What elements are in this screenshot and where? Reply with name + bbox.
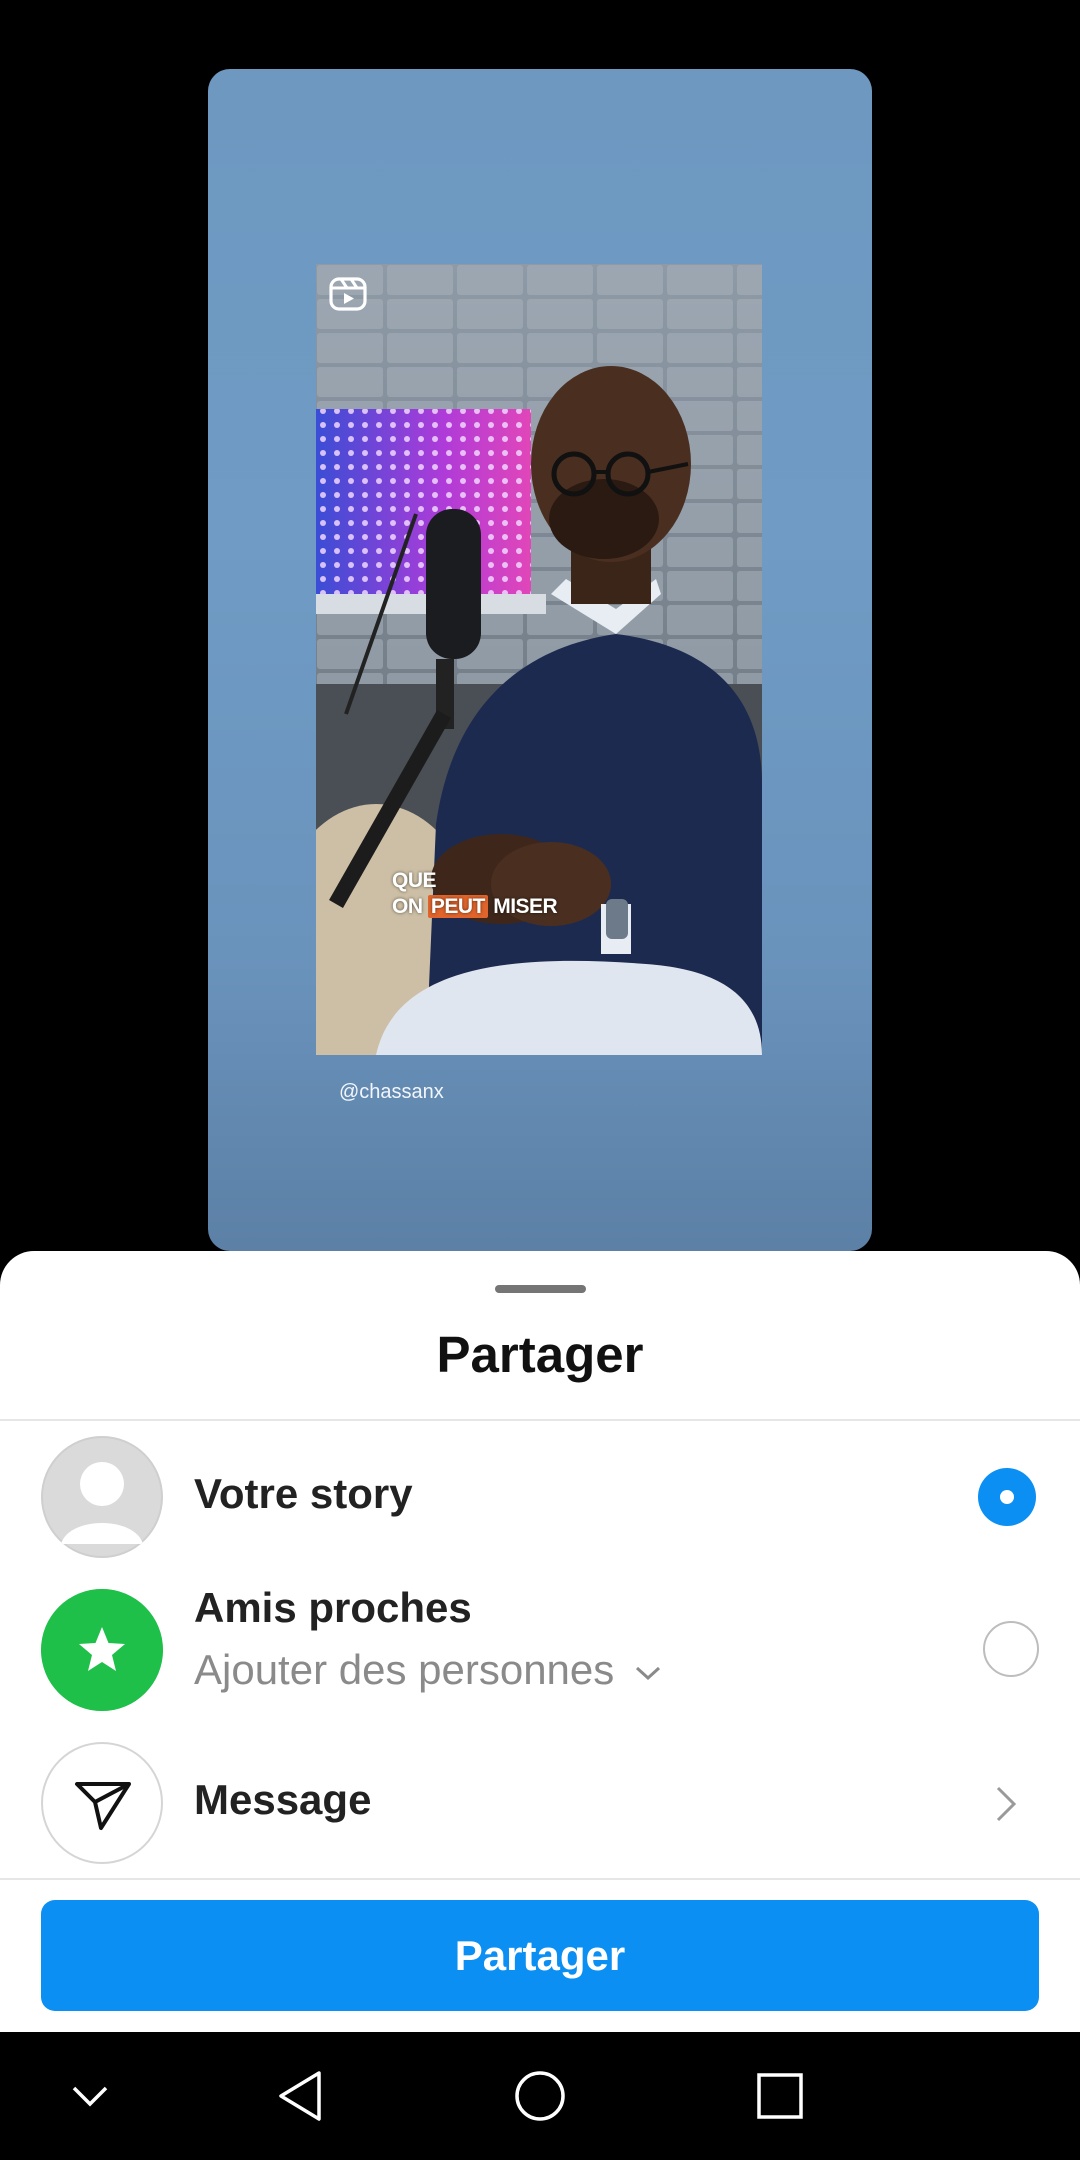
- option-close-friends[interactable]: Amis proches Ajouter des personnes: [0, 1574, 1080, 1726]
- story-preview-card: QUE ON PEUT MISER @chassanx: [208, 69, 872, 1251]
- radio-unselected[interactable]: [983, 1621, 1039, 1677]
- chevron-down-icon[interactable]: [30, 2032, 150, 2160]
- option-message[interactable]: Message: [0, 1727, 1080, 1879]
- option-label: Votre story: [194, 1470, 413, 1517]
- caption-line-2: ON PEUT MISER: [392, 894, 558, 920]
- default-avatar-icon: [41, 1436, 163, 1558]
- caption-highlight-word: PEUT: [427, 895, 488, 918]
- star-icon: [41, 1589, 163, 1711]
- caption-line-1: QUE: [392, 869, 437, 892]
- screen: QUE ON PEUT MISER @chassanx Partager Vot…: [0, 0, 1080, 2160]
- author-handle: @chassanx: [339, 1081, 444, 1103]
- option-label: Message: [194, 1776, 372, 1823]
- reel-video-frame: [316, 264, 762, 1055]
- option-label: Amis proches: [194, 1584, 472, 1631]
- add-people-label: Ajouter des personnes: [194, 1646, 615, 1693]
- reel-caption: QUE ON PEUT MISER: [392, 868, 558, 920]
- divider: [0, 1878, 1080, 1880]
- caption-word: MISER: [493, 895, 558, 918]
- paper-plane-icon: [75, 1782, 131, 1830]
- chevron-right-icon: [996, 1786, 1017, 1822]
- share-button[interactable]: Partager: [41, 1900, 1039, 2011]
- reels-icon: [329, 277, 367, 311]
- system-navigation-bar: [0, 2032, 1080, 2160]
- reel-thumbnail[interactable]: QUE ON PEUT MISER: [316, 264, 762, 1055]
- share-sheet: Partager Votre story Amis proches Ajoute…: [0, 1251, 1080, 2032]
- back-triangle-icon[interactable]: [240, 2032, 360, 2160]
- add-people-link[interactable]: Ajouter des personnes: [194, 1646, 662, 1694]
- chevron-down-icon: [635, 1666, 660, 1680]
- recents-square-icon[interactable]: [720, 2032, 840, 2160]
- option-your-story[interactable]: Votre story: [0, 1421, 1080, 1573]
- sheet-drag-handle[interactable]: [495, 1285, 586, 1293]
- caption-word: ON: [392, 895, 423, 918]
- home-circle-icon[interactable]: [480, 2032, 600, 2160]
- sheet-title: Partager: [436, 1326, 644, 1383]
- message-avatar: [41, 1742, 163, 1864]
- close-friends-avatar: [41, 1589, 163, 1711]
- radio-selected[interactable]: [978, 1468, 1036, 1526]
